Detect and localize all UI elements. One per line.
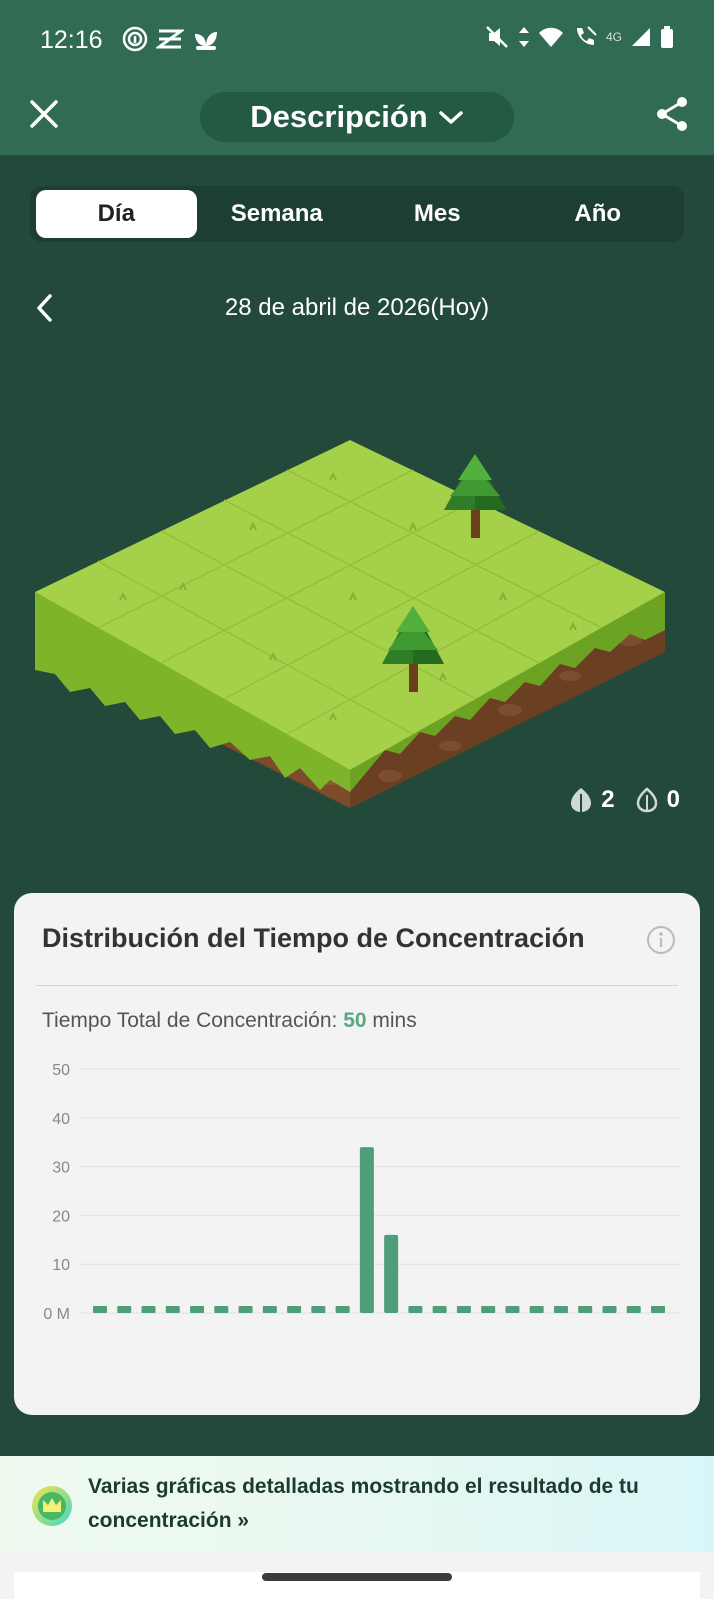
- chart-bar: [626, 1306, 641, 1313]
- page-title: Descripción: [250, 99, 428, 134]
- chart-bar: [359, 1147, 374, 1313]
- chart-bar: [214, 1306, 229, 1313]
- y-tick-label: 30: [52, 1160, 70, 1177]
- chart-bar: [553, 1306, 568, 1313]
- fingerprint-icon: [122, 26, 148, 52]
- dead-trees-value: 0: [666, 786, 680, 813]
- dead-tree-icon: [636, 787, 657, 813]
- promo-text: Varias gráficas detalladas mostrando el …: [88, 1470, 694, 1538]
- cell-signal-icon: [632, 28, 650, 46]
- y-tick-label: 40: [52, 1111, 70, 1128]
- chart-bar: [651, 1306, 665, 1313]
- app-header: Descripción: [0, 80, 714, 155]
- focus-distribution-card: Distribución del Tiempo de Concentración…: [14, 893, 700, 1415]
- chart-bar: [384, 1234, 399, 1313]
- total-focus-unit: mins: [372, 1009, 417, 1032]
- y-tick-label: 20: [52, 1208, 70, 1225]
- chart-bar: [190, 1306, 205, 1313]
- battery-icon: [661, 26, 673, 48]
- promo-message: Varias gráficas detalladas mostrando el …: [88, 1475, 639, 1532]
- forest-app-icon: [195, 32, 217, 50]
- promo-arrow: »: [237, 1509, 250, 1532]
- view-selector-dropdown[interactable]: Descripción: [200, 92, 514, 142]
- network-type-label: 4G: [605, 30, 622, 44]
- divider: [36, 985, 678, 986]
- premium-charts-banner[interactable]: Varias gráficas detalladas mostrando el …: [0, 1456, 714, 1552]
- data-arrows-icon: [518, 27, 529, 47]
- chart-bar: [432, 1306, 447, 1313]
- total-focus-value: 50: [343, 1009, 367, 1032]
- chart-bar: [578, 1306, 593, 1313]
- y-tick-label: 50: [52, 1062, 70, 1079]
- y-tick-label: 10: [52, 1257, 70, 1274]
- chart-bar: [335, 1306, 350, 1313]
- y-tick-label: 0 M: [43, 1306, 70, 1323]
- status-time: 12:16: [40, 26, 103, 54]
- total-focus-time: Tiempo Total de Concentración: 50 mins: [42, 1009, 417, 1033]
- chart-bar: [481, 1306, 496, 1313]
- date-navigator: 28 de abril de 2026(Hoy): [0, 290, 714, 330]
- crown-icon: [32, 1486, 72, 1526]
- chart-bar: [311, 1306, 326, 1313]
- date-label: 28 de abril de 2026(Hoy): [224, 294, 490, 321]
- period-tabs: Día Semana Mes Año: [30, 186, 684, 242]
- tree-counts: 2 0: [569, 786, 680, 814]
- chart-bar: [602, 1306, 617, 1313]
- chart-bar: [262, 1306, 277, 1313]
- notification-icons: [122, 26, 220, 52]
- chart-bar: [529, 1306, 544, 1313]
- card-title: Distribución del Tiempo de Concentración: [42, 923, 585, 953]
- close-button[interactable]: [24, 94, 64, 134]
- system-icons: 4G: [484, 24, 674, 50]
- healthy-trees-value: 2: [601, 786, 615, 813]
- mute-icon: [486, 26, 508, 48]
- focus-time-bar-chart: 50403020100 M0:006:0012:0018:0023:00: [43, 1062, 680, 1323]
- chevron-down-icon: [438, 111, 463, 124]
- dead-trees-count: 0: [635, 786, 680, 814]
- info-icon[interactable]: [646, 925, 676, 955]
- chart-bar: [117, 1306, 132, 1313]
- chart-bar: [408, 1306, 423, 1313]
- chart-bar: [287, 1306, 302, 1313]
- tab-month[interactable]: Mes: [357, 190, 518, 238]
- total-focus-label: Tiempo Total de Concentración:: [42, 1009, 338, 1032]
- forest-plot-illustration: [35, 440, 665, 808]
- chart-bar: [165, 1306, 180, 1313]
- healthy-tree-icon: [571, 788, 592, 812]
- tab-year[interactable]: Año: [518, 190, 679, 238]
- status-bar: 12:16 4G: [0, 0, 714, 80]
- wifi-calling-icon: [576, 26, 597, 45]
- capcut-icon: [156, 29, 184, 49]
- wifi-icon: [538, 27, 563, 47]
- tab-day[interactable]: Día: [36, 190, 197, 238]
- share-button[interactable]: [652, 94, 692, 134]
- chart-bar: [238, 1306, 253, 1313]
- healthy-trees-count: 2: [569, 786, 615, 814]
- chart-bar: [93, 1306, 107, 1313]
- home-indicator[interactable]: [262, 1573, 452, 1581]
- chart-bar: [141, 1306, 156, 1313]
- chart-bar: [456, 1306, 471, 1313]
- tab-week[interactable]: Semana: [197, 190, 358, 238]
- chart-bar: [505, 1306, 520, 1313]
